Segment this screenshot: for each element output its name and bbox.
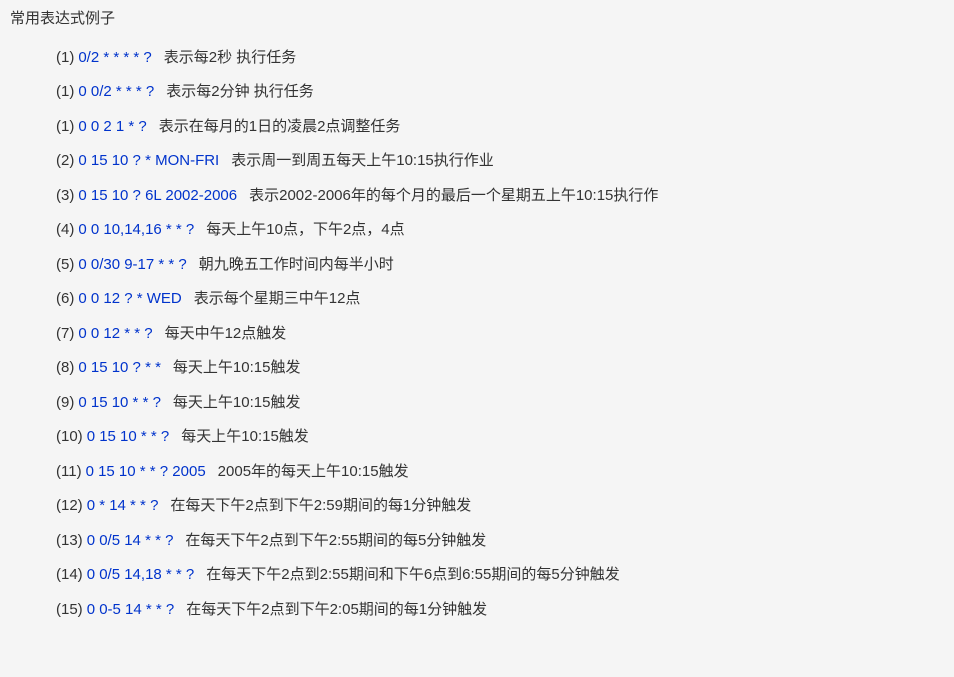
expression-row: (13) 0 0/5 14 * * ? 在每天下午2点到下午2:55期间的每5分… [10, 524, 944, 559]
row-description: 每天上午10点，下午2点，4点 [206, 219, 404, 242]
expression-row: (14) 0 0/5 14,18 * * ? 在每天下午2点到2:55期间和下午… [10, 558, 944, 593]
row-number: (9) [56, 392, 74, 415]
expression-row: (15) 0 0-5 14 * * ? 在每天下午2点到下午2:05期间的每1分… [10, 593, 944, 628]
cron-expression: 0 15 10 ? 6L 2002-2006 [78, 185, 237, 208]
row-description: 表示每2秒 执行任务 [164, 47, 297, 70]
expression-row: (11) 0 15 10 * * ? 2005 2005年的每天上午10:15触… [10, 455, 944, 490]
row-description: 在每天下午2点到下午2:55期间的每5分钟触发 [185, 530, 486, 553]
cron-expression: 0 0/5 14,18 * * ? [87, 564, 195, 587]
cron-expression: 0 0 2 1 * ? [78, 116, 146, 139]
expression-row: (4) 0 0 10,14,16 * * ? 每天上午10点，下午2点，4点 [10, 213, 944, 248]
row-description: 2005年的每天上午10:15触发 [218, 461, 409, 484]
expression-row: (1) 0 0/2 * * * ? 表示每2分钟 执行任务 [10, 75, 944, 110]
row-description: 表示在每月的1日的凌晨2点调整任务 [159, 116, 401, 139]
row-description: 每天上午10:15触发 [173, 357, 301, 380]
cron-expression: 0 0 10,14,16 * * ? [78, 219, 194, 242]
row-number: (13) [56, 530, 83, 553]
row-number: (11) [56, 461, 82, 484]
row-number: (5) [56, 254, 74, 277]
expression-row: (7) 0 0 12 * * ? 每天中午12点触发 [10, 317, 944, 352]
expression-row: (9) 0 15 10 * * ? 每天上午10:15触发 [10, 386, 944, 421]
page-title: 常用表达式例子 [10, 8, 944, 31]
cron-expression: 0 0/2 * * * ? [78, 81, 154, 104]
cron-expression: 0 * 14 * * ? [87, 495, 159, 518]
row-number: (14) [56, 564, 83, 587]
row-number: (10) [56, 426, 83, 449]
row-number: (15) [56, 599, 83, 622]
expression-row: (1) 0/2 * * * * ? 表示每2秒 执行任务 [10, 41, 944, 76]
row-number: (8) [56, 357, 74, 380]
row-number: (3) [56, 185, 74, 208]
row-number: (7) [56, 323, 74, 346]
expression-row: (6) 0 0 12 ? * WED 表示每个星期三中午12点 [10, 282, 944, 317]
expression-row: (5) 0 0/30 9-17 * * ? 朝九晚五工作时间内每半小时 [10, 248, 944, 283]
row-description: 在每天下午2点到下午2:05期间的每1分钟触发 [186, 599, 487, 622]
cron-expression: 0 15 10 * * ? 2005 [86, 461, 206, 484]
row-description: 在每天下午2点到2:55期间和下午6点到6:55期间的每5分钟触发 [206, 564, 619, 587]
expression-row: (12) 0 * 14 * * ? 在每天下午2点到下午2:59期间的每1分钟触… [10, 489, 944, 524]
expression-list: (1) 0/2 * * * * ? 表示每2秒 执行任务(1) 0 0/2 * … [10, 41, 944, 628]
row-number: (4) [56, 219, 74, 242]
row-description: 表示每2分钟 执行任务 [166, 81, 314, 104]
cron-expression: 0 15 10 ? * MON-FRI [78, 150, 219, 173]
expression-row: (3) 0 15 10 ? 6L 2002-2006 表示2002-2006年的… [10, 179, 944, 214]
cron-expression: 0 15 10 * * ? [87, 426, 170, 449]
cron-expression: 0 0 12 * * ? [78, 323, 152, 346]
expression-row: (8) 0 15 10 ? * * 每天上午10:15触发 [10, 351, 944, 386]
row-description: 朝九晚五工作时间内每半小时 [199, 254, 394, 277]
expression-row: (10) 0 15 10 * * ? 每天上午10:15触发 [10, 420, 944, 455]
cron-expression: 0/2 * * * * ? [78, 47, 151, 70]
row-number: (12) [56, 495, 83, 518]
row-description: 表示每个星期三中午12点 [194, 288, 361, 311]
expression-row: (2) 0 15 10 ? * MON-FRI 表示周一到周五每天上午10:15… [10, 144, 944, 179]
row-description: 表示2002-2006年的每个月的最后一个星期五上午10:15执行作 [249, 185, 658, 208]
row-description: 表示周一到周五每天上午10:15执行作业 [231, 150, 494, 173]
row-number: (2) [56, 150, 74, 173]
row-number: (1) [56, 116, 74, 139]
row-description: 每天中午12点触发 [165, 323, 287, 346]
cron-expression: 0 0 12 ? * WED [78, 288, 181, 311]
cron-expression: 0 15 10 * * ? [78, 392, 161, 415]
row-number: (1) [56, 81, 74, 104]
cron-expression: 0 0-5 14 * * ? [87, 599, 175, 622]
row-description: 每天上午10:15触发 [173, 392, 301, 415]
cron-expression: 0 0/5 14 * * ? [87, 530, 174, 553]
row-number: (6) [56, 288, 74, 311]
cron-expression: 0 0/30 9-17 * * ? [78, 254, 186, 277]
row-description: 每天上午10:15触发 [181, 426, 309, 449]
row-number: (1) [56, 47, 74, 70]
row-description: 在每天下午2点到下午2:59期间的每1分钟触发 [170, 495, 471, 518]
cron-expression: 0 15 10 ? * * [78, 357, 161, 380]
expression-row: (1) 0 0 2 1 * ? 表示在每月的1日的凌晨2点调整任务 [10, 110, 944, 145]
